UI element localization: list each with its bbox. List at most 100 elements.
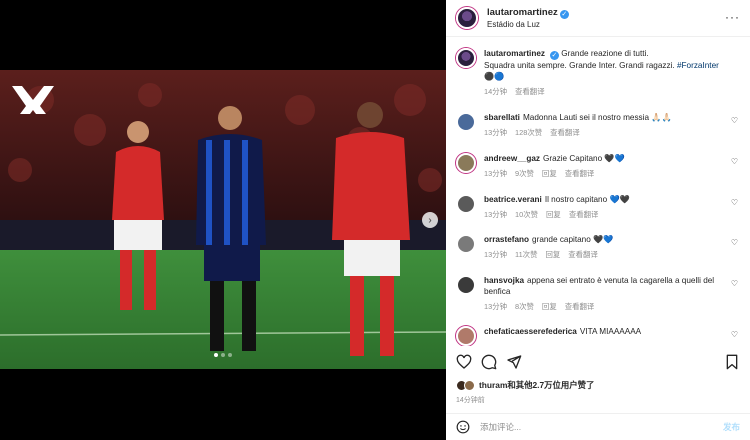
like-heart-icon[interactable] [456,354,472,370]
comment-time: 13分钟 [484,302,508,311]
comment-reply-link[interactable]: 回复 [542,302,557,311]
comment-heart-icon[interactable]: ♡ [731,238,738,247]
comment-item: sbarellati Madonna Lauti sei il nostro me… [456,112,742,138]
comment-time: 13分钟 [484,210,508,219]
comment-translate-link[interactable]: 查看翻译 [568,250,598,259]
comment-time: 13分钟 [484,169,508,178]
comment-username[interactable]: chefaticaesserefederica [484,327,577,336]
comment-heart-icon[interactable]: ♡ [731,198,738,207]
emoji-icon[interactable] [456,420,470,434]
comment-item: andreew__gaz Grazie Capitano 🖤💙 13分钟 9次赞 回复… [456,153,742,179]
caption-body: lautaromartinez ✓ Grande reazione di tutt… [484,48,742,97]
share-icon[interactable] [506,354,522,370]
caption-meta: 14分钟 查看翻译 [484,86,742,97]
comment-translate-link[interactable]: 查看翻译 [569,210,599,219]
comment-username[interactable]: sbarellati [484,113,520,122]
comment-meta: 13分钟 128次赞 查看翻译 [484,127,742,138]
likes-summary[interactable]: thuram和其他2.7万位用户赞了 [456,379,594,391]
comment-body: chefaticaesserefederica VITA MIAAAAAA [484,326,742,346]
post-side-panel: lautaromartinez ✓ Estádio da Luz ··· laut… [446,0,750,440]
commenter-avatar[interactable] [456,194,476,214]
author-info: lautaromartinez ✓ Estádio da Luz [487,5,569,31]
comment-text: VITA MIAAAAAA [579,327,642,336]
caption-emoji: ⚫🔵 [484,72,505,81]
author-avatar[interactable] [456,7,478,29]
comment-likes[interactable]: 9次赞 [515,169,534,178]
comment-body: orrastefano grande capitano 🖤💙 13分钟 11次赞 回复… [484,234,742,260]
caption-line-1: Grande reazione di tutti. [561,49,649,58]
commenter-avatar[interactable] [456,275,476,295]
comment-body: beatrice.verani Il nostro capitano 💙🖤 13分… [484,194,742,220]
carousel-dots [214,353,232,357]
comment-heart-icon[interactable]: ♡ [731,157,738,166]
comment-username[interactable]: orrastefano [484,235,529,244]
comment-item: beatrice.verani Il nostro capitano 💙🖤 13分… [456,194,742,220]
verified-badge-icon: ✓ [549,51,559,60]
save-icon[interactable] [724,354,740,370]
comment-meta: 13分钟 11次赞 回复 查看翻译 [484,249,742,260]
photo-image [0,70,446,369]
comment-reply-link[interactable]: 回复 [542,169,557,178]
add-comment-bar: 发布 [446,413,750,440]
instagram-post-view: › lautaromartinez ✓ Estádio da Luz ··· la… [0,0,750,440]
comment-heart-icon[interactable]: ♡ [731,330,738,339]
comment-item: chefaticaesserefederica VITA MIAAAAAA ♡ [456,326,742,346]
hashtag-link[interactable]: #ForzaInter [677,61,719,70]
media-pane: › [0,0,446,440]
caption: lautaromartinez ✓ Grande reazione di tutt… [456,48,742,97]
more-options-icon[interactable]: ··· [725,10,740,24]
post-comment-button[interactable]: 发布 [723,421,740,433]
caption-username[interactable]: lautaromartinez [484,49,545,58]
liker-avatar [464,379,475,391]
comment-reply-link[interactable]: 回复 [546,210,561,219]
comment-reply-link[interactable]: 回复 [545,250,560,259]
post-location[interactable]: Estádio da Luz [487,19,569,31]
caption-line-2: Squadra unita sempre. Grande Inter. Gran… [484,61,675,70]
comment-body: sbarellati Madonna Lauti sei il nostro me… [484,112,742,138]
comment-icon[interactable] [481,354,497,370]
comment-text: Madonna Lauti sei il nostro messia 🙏🏻🙏🏻 [522,113,672,122]
comment-likes[interactable]: 8次赞 [515,302,534,311]
comment-likes[interactable]: 10次赞 [515,210,538,219]
comment-username[interactable]: beatrice.verani [484,195,542,204]
carousel-dot [228,353,232,357]
caption-author-avatar[interactable] [456,48,476,68]
comment-likes[interactable]: 11次赞 [515,250,537,259]
verified-badge-icon: ✓ [559,10,569,19]
next-image-chevron-right-icon[interactable]: › [422,212,438,228]
author-username[interactable]: lautaromartinez [487,7,558,18]
comment-meta: 13分钟 9次赞 回复 查看翻译 [484,168,742,179]
likes-text[interactable]: thuram和其他2.7万位用户赞了 [479,379,594,391]
comment-meta: 13分钟 10次赞 回复 查看翻译 [484,209,742,220]
comment-username[interactable]: andreew__gaz [484,154,540,163]
post-actions [456,352,740,372]
carousel-dot [214,353,218,357]
comments-list: lautaromartinez ✓ Grande reazione di tutt… [446,40,750,346]
comment-body: andreew__gaz Grazie Capitano 🖤💙 13分钟 9次赞 回复… [484,153,742,179]
comment-translate-link[interactable]: 查看翻译 [550,128,580,137]
watermark-logo-icon [12,86,54,114]
comment-heart-icon[interactable]: ♡ [731,116,738,125]
comment-item: hansvojka appena sei entrato è venuta la … [456,275,742,312]
post-photo: › [0,70,446,369]
comment-meta: 13分钟 8次赞 回复 查看翻译 [484,301,742,312]
caption-time: 14分钟 [484,87,508,96]
comment-text: Grazie Capitano 🖤💙 [542,154,625,163]
comment-time: 13分钟 [484,250,508,259]
post-header: lautaromartinez ✓ Estádio da Luz ··· [446,0,750,37]
comment-time: 13分钟 [484,128,508,137]
commenter-avatar[interactable] [456,326,476,346]
caption-translate-link[interactable]: 查看翻译 [515,87,545,96]
commenter-avatar[interactable] [456,153,476,173]
comment-translate-link[interactable]: 查看翻译 [565,302,595,311]
comment-text: grande capitano 🖤💙 [532,235,614,244]
comment-likes[interactable]: 128次赞 [515,128,542,137]
comment-translate-link[interactable]: 查看翻译 [565,169,595,178]
comment-username[interactable]: hansvojka [484,276,524,285]
commenter-avatar[interactable] [456,112,476,132]
comment-heart-icon[interactable]: ♡ [731,279,738,288]
comment-input[interactable] [480,422,723,432]
comment-body: hansvojka appena sei entrato è venuta la … [484,275,742,312]
comment-text: Il nostro capitano 💙🖤 [544,195,630,204]
commenter-avatar[interactable] [456,234,476,254]
